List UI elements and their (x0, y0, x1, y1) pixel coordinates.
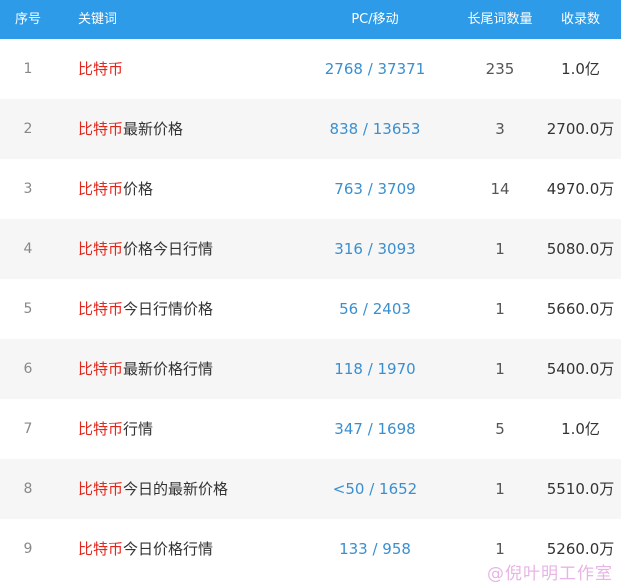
keyword-rest: 今日的最新价格 (123, 480, 229, 498)
pc-mobile-value[interactable]: <50 / 1652 (290, 459, 460, 519)
keyword-link[interactable]: 比特币最新价格行情 (56, 339, 290, 399)
indexed-count: 1.0亿 (561, 60, 600, 78)
table-row: 5 比特币今日行情价格 56 / 2403 1 5660.0万 (0, 279, 621, 339)
indexed-count: 5400.0万 (546, 360, 615, 378)
header-keyword: 关键词 (78, 12, 118, 27)
keyword-rest: 今日行情价格 (123, 300, 214, 318)
keyword-highlight: 比特币 (78, 60, 124, 78)
row-index: 2 (23, 121, 33, 137)
pc-mobile-value[interactable]: 763 / 3709 (290, 159, 460, 219)
pc-mobile-value[interactable]: 316 / 3093 (290, 219, 460, 279)
table-row: 7 比特币行情 347 / 1698 5 1.0亿 (0, 399, 621, 459)
keyword-link[interactable]: 比特币价格 (56, 159, 290, 219)
keyword-highlight: 比特币 (78, 120, 124, 138)
keyword-link[interactable]: 比特币价格今日行情 (56, 219, 290, 279)
table-row: 8 比特币今日的最新价格 <50 / 1652 1 5510.0万 (0, 459, 621, 519)
keyword-highlight: 比特币 (78, 180, 124, 198)
long-tail-count: 3 (495, 120, 505, 138)
table-header: 序号 关键词 PC/移动 长尾词数量 收录数 (0, 0, 621, 39)
long-tail-count: 14 (490, 180, 510, 198)
keyword-rest: 行情 (123, 420, 154, 438)
pc-mobile-value[interactable]: 56 / 2403 (290, 279, 460, 339)
keyword-rest: 最新价格 (123, 120, 184, 138)
keyword-rest: 价格 (123, 180, 154, 198)
keyword-link[interactable]: 比特币行情 (56, 399, 290, 459)
keyword-rest: 价格今日行情 (123, 240, 214, 258)
indexed-count: 1.0亿 (561, 420, 600, 438)
keyword-highlight: 比特币 (78, 300, 124, 318)
pc-mobile-value[interactable]: 118 / 1970 (290, 339, 460, 399)
long-tail-count: 1 (495, 300, 505, 318)
table-body: 1 比特币 2768 / 37371 235 1.0亿 2 比特币最新价格 838 / 13… (0, 39, 621, 579)
indexed-count: 5660.0万 (546, 300, 615, 318)
keyword-highlight: 比特币 (78, 360, 124, 378)
row-index: 4 (23, 241, 33, 257)
keyword-link[interactable]: 比特币 (56, 39, 290, 99)
table-row: 1 比特币 2768 / 37371 235 1.0亿 (0, 39, 621, 99)
keyword-highlight: 比特币 (78, 540, 124, 558)
keyword-highlight: 比特币 (78, 240, 124, 258)
long-tail-count: 235 (485, 60, 515, 78)
table-row: 3 比特币价格 763 / 3709 14 4970.0万 (0, 159, 621, 219)
long-tail-count: 5 (495, 420, 505, 438)
long-tail-count: 1 (495, 240, 505, 258)
watermark: @倪叶明工作室 (487, 564, 613, 584)
row-index: 1 (23, 61, 33, 77)
table-row: 4 比特币价格今日行情 316 / 3093 1 5080.0万 (0, 219, 621, 279)
row-index: 5 (23, 301, 33, 317)
keyword-link[interactable]: 比特币今日行情价格 (56, 279, 290, 339)
pc-mobile-value[interactable]: 2768 / 37371 (290, 39, 460, 99)
keyword-link[interactable]: 比特币今日价格行情 (56, 519, 290, 579)
keyword-link[interactable]: 比特币今日的最新价格 (56, 459, 290, 519)
indexed-count: 5510.0万 (546, 480, 615, 498)
keyword-highlight: 比特币 (78, 480, 124, 498)
long-tail-count: 1 (495, 360, 505, 378)
indexed-count: 4970.0万 (546, 180, 615, 198)
pc-mobile-value[interactable]: 133 / 958 (290, 519, 460, 579)
keyword-rest: 今日价格行情 (123, 540, 214, 558)
indexed-count: 2700.0万 (546, 120, 615, 138)
header-pc-mobile: PC/移动 (351, 12, 399, 27)
header-indexed: 收录数 (560, 12, 600, 27)
pc-mobile-value[interactable]: 347 / 1698 (290, 399, 460, 459)
row-index: 6 (23, 361, 33, 377)
pc-mobile-value[interactable]: 838 / 13653 (290, 99, 460, 159)
row-index: 9 (23, 541, 33, 557)
keyword-rest: 最新价格行情 (123, 360, 214, 378)
keyword-highlight: 比特币 (78, 420, 124, 438)
row-index: 3 (23, 181, 33, 197)
keyword-link[interactable]: 比特币最新价格 (56, 99, 290, 159)
long-tail-count: 1 (495, 480, 505, 498)
indexed-count: 5080.0万 (546, 240, 615, 258)
table-row: 6 比特币最新价格行情 118 / 1970 1 5400.0万 (0, 339, 621, 399)
table-row: 2 比特币最新价格 838 / 13653 3 2700.0万 (0, 99, 621, 159)
header-long-tail: 长尾词数量 (467, 12, 533, 27)
row-index: 7 (23, 421, 33, 437)
header-index: 序号 (14, 12, 41, 27)
row-index: 8 (23, 481, 33, 497)
